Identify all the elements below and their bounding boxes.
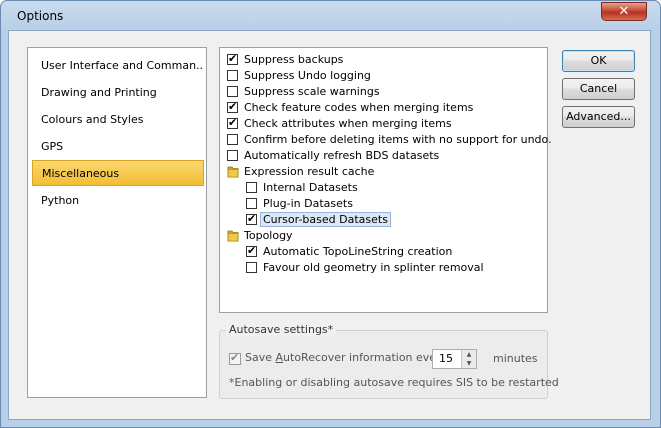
autosave-label-accesskey: A xyxy=(275,351,284,364)
folder-icon xyxy=(227,166,239,178)
group-label: Topology xyxy=(244,229,293,242)
checkbox-checked[interactable] xyxy=(227,116,238,130)
option-label: Automatic TopoLineString creation xyxy=(263,245,453,258)
autosave-note: *Enabling or disabling autosave requires… xyxy=(229,376,559,389)
cancel-button[interactable]: Cancel xyxy=(562,78,635,100)
nav-item-colours-styles[interactable]: Colours and Styles xyxy=(32,107,204,133)
option-label: Suppress scale warnings xyxy=(244,85,380,98)
option-label: Check attributes when merging items xyxy=(244,117,452,130)
window-title: Options xyxy=(17,9,64,23)
option-label: Automatically refresh BDS datasets xyxy=(244,149,440,162)
spinner-arrows: ▲ ▼ xyxy=(461,350,476,368)
checkbox-checked[interactable] xyxy=(246,244,257,258)
nav-item-user-interface[interactable]: User Interface and Comman... xyxy=(32,53,204,79)
option-label: Favour old geometry in splinter removal xyxy=(263,261,484,274)
checkbox-checked[interactable] xyxy=(246,212,257,226)
autosave-group-title: Autosave settings* xyxy=(226,323,337,336)
checkbox-unchecked[interactable] xyxy=(246,262,257,273)
option-label: Check feature codes when merging items xyxy=(244,101,474,114)
title-bar[interactable]: Options ✕ xyxy=(1,1,660,31)
autosave-label-prefix: Save xyxy=(245,351,276,364)
option-label: Suppress backups xyxy=(244,53,344,66)
option-label: Internal Datasets xyxy=(263,181,358,194)
options-tree: Suppress backups Suppress Undo logging S… xyxy=(219,47,552,313)
spin-down-icon[interactable]: ▼ xyxy=(462,359,476,368)
autosave-checkbox[interactable] xyxy=(229,351,241,365)
nav-item-drawing-printing[interactable]: Drawing and Printing xyxy=(32,80,204,106)
checkbox-checked[interactable] xyxy=(227,100,238,114)
group-label: Expression result cache xyxy=(244,165,375,178)
close-button[interactable]: ✕ xyxy=(601,2,647,21)
ok-button[interactable]: OK xyxy=(562,50,635,72)
nav-item-gps[interactable]: GPS xyxy=(32,134,204,160)
nav-item-python[interactable]: Python xyxy=(32,188,204,214)
minutes-value[interactable]: 15 xyxy=(439,352,453,365)
minutes-spinner[interactable]: 15 ▲ ▼ xyxy=(432,349,477,369)
checkbox-unchecked[interactable] xyxy=(227,150,238,161)
autosave-label-rest: utoRecover information every xyxy=(283,351,448,364)
checkbox-checked[interactable] xyxy=(227,52,238,66)
checkbox-unchecked[interactable] xyxy=(227,70,238,81)
minutes-label: minutes xyxy=(493,352,538,365)
advanced-button[interactable]: Advanced... xyxy=(562,106,635,128)
option-label: Plug-in Datasets xyxy=(263,197,353,210)
checkbox-unchecked[interactable] xyxy=(246,198,257,209)
checkbox-unchecked[interactable] xyxy=(227,86,238,97)
nav-item-miscellaneous[interactable]: Miscellaneous xyxy=(32,160,204,186)
option-label: Suppress Undo logging xyxy=(244,69,371,82)
folder-icon xyxy=(227,230,239,242)
autosave-label: Save AutoRecover information every xyxy=(245,351,447,364)
checkbox-unchecked[interactable] xyxy=(246,182,257,193)
checkbox-unchecked[interactable] xyxy=(227,134,238,145)
close-icon: ✕ xyxy=(618,4,630,19)
category-list: User Interface and Comman... Drawing and… xyxy=(27,47,207,398)
option-label: Confirm before deleting items with no su… xyxy=(244,133,552,146)
option-label-selected: Cursor-based Datasets xyxy=(260,212,391,227)
